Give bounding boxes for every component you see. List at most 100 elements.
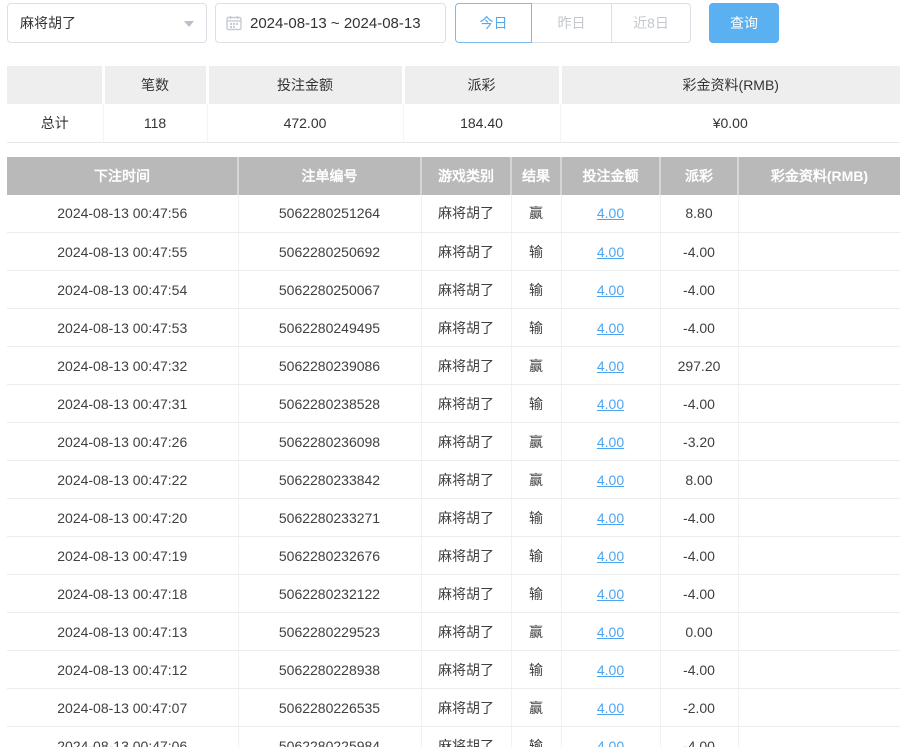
game-type-cell: 麻将胡了: [421, 347, 511, 385]
bet-time-cell: 2024-08-13 00:47:07: [7, 689, 238, 727]
bet-amount-cell: 4.00: [561, 347, 660, 385]
today-button[interactable]: 今日: [455, 3, 532, 43]
table-row: 2024-08-13 00:47:20 5062280233271 麻将胡了 输…: [7, 499, 900, 537]
payout-cell: -2.00: [660, 689, 738, 727]
bet-amount-link[interactable]: 4.00: [597, 548, 624, 564]
result-cell: 输: [511, 727, 561, 747]
order-id-cell: 5062280238528: [238, 385, 421, 423]
bet-amount-link[interactable]: 4.00: [597, 320, 624, 336]
bet-time-cell: 2024-08-13 00:47:53: [7, 309, 238, 347]
bet-amount-cell: 4.00: [561, 499, 660, 537]
order-id-cell: 5062280250692: [238, 233, 421, 271]
game-type-cell: 麻将胡了: [421, 271, 511, 309]
bet-amount-link[interactable]: 4.00: [597, 624, 624, 640]
summary-header-payout: 派彩: [403, 66, 560, 104]
table-row: 2024-08-13 00:47:13 5062280229523 麻将胡了 赢…: [7, 613, 900, 651]
payout-cell: -4.00: [660, 651, 738, 689]
bonus-cell: [738, 271, 900, 309]
bonus-cell: [738, 347, 900, 385]
bet-amount-cell: 4.00: [561, 309, 660, 347]
result-cell: 赢: [511, 423, 561, 461]
order-id-cell: 5062280251264: [238, 195, 421, 233]
date-range-input[interactable]: 2024-08-13 ~ 2024-08-13: [215, 3, 446, 43]
game-type-cell: 麻将胡了: [421, 309, 511, 347]
bet-amount-link[interactable]: 4.00: [597, 586, 624, 602]
bet-amount-link[interactable]: 4.00: [597, 738, 624, 747]
header-bet-amount: 投注金额: [561, 157, 660, 195]
summary-header-empty: [7, 66, 103, 104]
payout-cell: -4.00: [660, 385, 738, 423]
summary-total-payout: 184.40: [403, 104, 560, 142]
result-cell: 输: [511, 575, 561, 613]
summary-total-bet-amount: 472.00: [207, 104, 403, 142]
table-row: 2024-08-13 00:47:07 5062280226535 麻将胡了 赢…: [7, 689, 900, 727]
payout-cell: 8.00: [660, 461, 738, 499]
result-cell: 输: [511, 537, 561, 575]
payout-cell: -3.20: [660, 423, 738, 461]
result-cell: 赢: [511, 461, 561, 499]
summary-total-count: 118: [103, 104, 207, 142]
bet-amount-link[interactable]: 4.00: [597, 510, 624, 526]
bet-amount-cell: 4.00: [561, 727, 660, 747]
table-row: 2024-08-13 00:47:26 5062280236098 麻将胡了 赢…: [7, 423, 900, 461]
bet-time-cell: 2024-08-13 00:47:32: [7, 347, 238, 385]
last-8-days-button[interactable]: 近8日: [611, 3, 691, 43]
payout-cell: -4.00: [660, 233, 738, 271]
result-cell: 赢: [511, 613, 561, 651]
bet-time-cell: 2024-08-13 00:47:54: [7, 271, 238, 309]
order-id-cell: 5062280226535: [238, 689, 421, 727]
bet-amount-link[interactable]: 4.00: [597, 700, 624, 716]
bet-time-cell: 2024-08-13 00:47:20: [7, 499, 238, 537]
summary-total-row: 总计 118 472.00 184.40 ¥0.00: [7, 104, 900, 142]
table-row: 2024-08-13 00:47:56 5062280251264 麻将胡了 赢…: [7, 195, 900, 233]
result-cell: 输: [511, 309, 561, 347]
payout-cell: 297.20: [660, 347, 738, 385]
bet-amount-link[interactable]: 4.00: [597, 358, 624, 374]
bonus-cell: [738, 727, 900, 747]
bet-time-cell: 2024-08-13 00:47:55: [7, 233, 238, 271]
bet-amount-link[interactable]: 4.00: [597, 662, 624, 678]
order-id-cell: 5062280233842: [238, 461, 421, 499]
table-row: 2024-08-13 00:47:22 5062280233842 麻将胡了 赢…: [7, 461, 900, 499]
game-select[interactable]: 麻将胡了: [7, 3, 207, 43]
bonus-cell: [738, 613, 900, 651]
bet-amount-cell: 4.00: [561, 195, 660, 233]
quick-range-group: 今日 昨日 近8日: [455, 3, 691, 43]
bets-header-row: 下注时间 注单编号 游戏类别 结果 投注金额 派彩 彩金资料(RMB): [7, 157, 900, 195]
result-cell: 输: [511, 233, 561, 271]
result-cell: 输: [511, 271, 561, 309]
table-row: 2024-08-13 00:47:32 5062280239086 麻将胡了 赢…: [7, 347, 900, 385]
bet-amount-cell: 4.00: [561, 537, 660, 575]
result-cell: 赢: [511, 195, 561, 233]
bet-amount-cell: 4.00: [561, 233, 660, 271]
yesterday-button[interactable]: 昨日: [531, 3, 612, 43]
bet-amount-cell: 4.00: [561, 651, 660, 689]
table-row: 2024-08-13 00:47:54 5062280250067 麻将胡了 输…: [7, 271, 900, 309]
table-row: 2024-08-13 00:47:31 5062280238528 麻将胡了 输…: [7, 385, 900, 423]
bet-amount-link[interactable]: 4.00: [597, 282, 624, 298]
bonus-cell: [738, 309, 900, 347]
game-type-cell: 麻将胡了: [421, 385, 511, 423]
table-row: 2024-08-13 00:47:19 5062280232676 麻将胡了 输…: [7, 537, 900, 575]
bet-time-cell: 2024-08-13 00:47:56: [7, 195, 238, 233]
table-row: 2024-08-13 00:47:12 5062280228938 麻将胡了 输…: [7, 651, 900, 689]
search-button[interactable]: 查询: [709, 3, 779, 43]
bet-amount-link[interactable]: 4.00: [597, 396, 624, 412]
bonus-cell: [738, 195, 900, 233]
payout-cell: 8.80: [660, 195, 738, 233]
bet-amount-link[interactable]: 4.00: [597, 205, 624, 221]
toolbar: 麻将胡了 2024-08-13 ~ 2024-08-13 今日 昨日 近8日 查…: [7, 3, 907, 43]
bet-time-cell: 2024-08-13 00:47:19: [7, 537, 238, 575]
payout-cell: -4.00: [660, 727, 738, 747]
bet-amount-link[interactable]: 4.00: [597, 472, 624, 488]
bet-amount-link[interactable]: 4.00: [597, 244, 624, 260]
order-id-cell: 5062280239086: [238, 347, 421, 385]
payout-cell: -4.00: [660, 271, 738, 309]
order-id-cell: 5062280249495: [238, 309, 421, 347]
order-id-cell: 5062280225984: [238, 727, 421, 747]
bonus-cell: [738, 575, 900, 613]
order-id-cell: 5062280229523: [238, 613, 421, 651]
bet-amount-link[interactable]: 4.00: [597, 434, 624, 450]
bet-amount-cell: 4.00: [561, 423, 660, 461]
game-type-cell: 麻将胡了: [421, 233, 511, 271]
